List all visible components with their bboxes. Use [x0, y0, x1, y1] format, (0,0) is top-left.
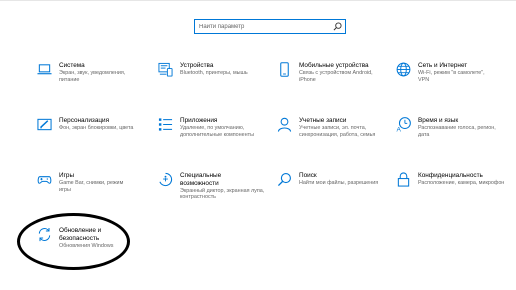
person-icon: [277, 117, 292, 132]
tile-personalization[interactable]: Персонализация Фон, экран блокировки, цв…: [37, 117, 147, 162]
tile-description: Экранный диктор, экранная лупа, контрастн…: [180, 187, 265, 201]
tile-title: Устройства: [180, 62, 214, 69]
tile-network[interactable]: Сеть и Интернет Wi-Fi, режим "в самолете…: [396, 62, 506, 107]
tile-privacy[interactable]: Конфиденциальность Расположение, камера,…: [396, 172, 506, 217]
tile-search[interactable]: Поиск Найти мои файлы, разрешения: [277, 172, 387, 217]
personalization-icon: [37, 118, 52, 131]
search-icon: [277, 173, 291, 187]
tile-description: Обновления Windows: [59, 242, 114, 249]
tile-description: Расположение, камера, микрофон: [418, 180, 505, 186]
search-input[interactable]: [199, 20, 327, 33]
accessibility-icon: [159, 172, 173, 187]
tile-title: Специальные возможности: [180, 172, 222, 187]
tile-update-security[interactable]: Обновление и безопасность Обновления Wind…: [37, 227, 147, 272]
tile-system[interactable]: Система Экран, звук, уведомления, питание: [37, 62, 147, 107]
tile-description: Game Bar, снимки, режим игры: [59, 180, 124, 193]
tile-title: Персонализация: [59, 117, 110, 124]
search-box[interactable]: [194, 19, 346, 34]
phone-icon: [280, 62, 289, 77]
tile-title: Время и язык: [418, 117, 459, 124]
top-divider: [0, 0, 516, 1]
tile-accessibility[interactable]: Специальные возможности Экранный диктор, …: [158, 172, 268, 217]
tile-title: Система: [59, 62, 85, 69]
tile-description: Wi-Fi, режим "в самолете", VPN: [418, 70, 485, 83]
tile-accounts[interactable]: Учетные записи Учетные записи, эл. почта…: [277, 117, 387, 162]
tile-description: Найти мои файлы, разрешения: [299, 180, 379, 186]
tile-title: Обновление и безопасность: [59, 227, 102, 242]
gamepad-icon: [37, 176, 52, 184]
globe-icon: [396, 62, 411, 77]
time-language-icon: A: [396, 117, 411, 132]
tile-devices[interactable]: Устройства Bluetooth, принтеры, мышь: [158, 62, 268, 107]
tile-title: Конфиденциальность: [418, 172, 483, 179]
tile-gaming[interactable]: Игры Game Bar, снимки, режим игры: [37, 172, 147, 217]
tile-apps[interactable]: Приложения Удаление, по умолчанию, дополн…: [158, 117, 268, 162]
tile-title: Приложения: [180, 117, 218, 124]
update-icon: [38, 227, 51, 242]
lock-icon: [397, 172, 410, 187]
tile-time-language[interactable]: A Время и язык Распознавание голоса, рег…: [396, 117, 506, 162]
apps-icon: [158, 118, 173, 131]
tile-description: Фон, экран блокировки, цвета: [59, 125, 134, 131]
tile-title: Сеть и Интернет: [418, 62, 468, 69]
tile-description: Связь с устройством Android, iPhone: [299, 70, 373, 83]
tile-title: Учетные записи: [299, 117, 347, 124]
tile-title: Мобильные устройства: [299, 62, 369, 69]
tile-title: Игры: [59, 172, 75, 179]
tile-description: Экран, звук, уведомления, питание: [59, 70, 126, 83]
tile-mobile-devices[interactable]: Мобильные устройства Связь с устройством…: [277, 62, 387, 107]
svg-text:A: A: [396, 127, 401, 132]
search-icon[interactable]: [333, 22, 342, 31]
tile-description: Удаление, по умолчанию, дополнительные ко…: [180, 125, 254, 138]
devices-icon: [158, 62, 173, 77]
tile-title: Поиск: [299, 172, 317, 179]
tile-description: Bluetooth, принтеры, мышь: [180, 70, 248, 76]
tile-description: Распознавание голоса, регион, дата: [418, 125, 496, 138]
laptop-icon: [37, 64, 52, 75]
tile-description: Учетные записи, эл. почта, синхронизация,…: [299, 125, 376, 138]
